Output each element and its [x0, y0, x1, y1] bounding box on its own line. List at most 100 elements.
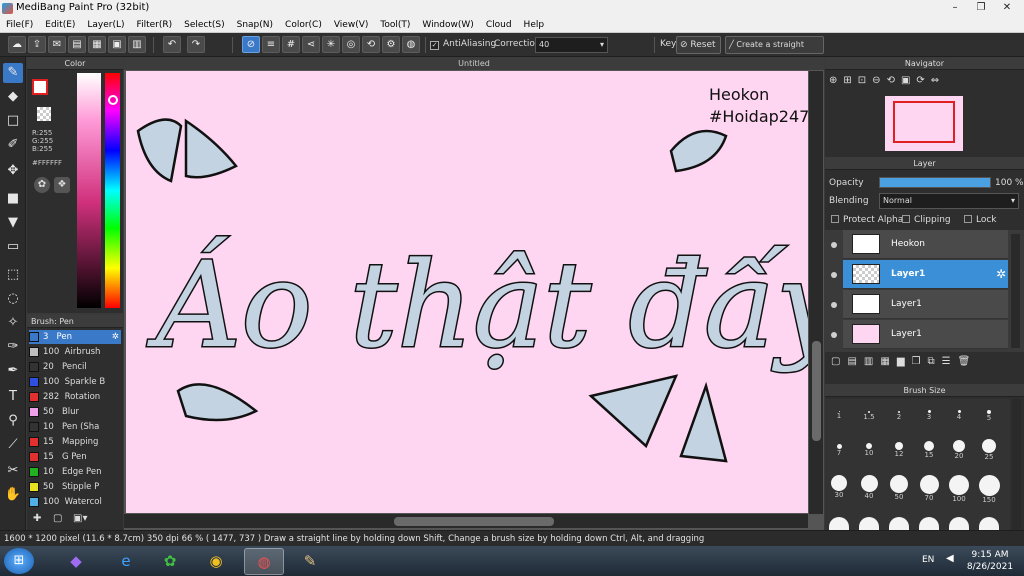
brush-size-cell[interactable]: 1 — [825, 403, 853, 423]
eraser-tool-icon[interactable]: ◆ — [3, 87, 23, 107]
brush-size-cell[interactable]: 150 — [975, 475, 1003, 504]
coccoc-icon[interactable]: ✿ — [150, 548, 190, 575]
start-button[interactable]: ⊞ — [4, 548, 34, 574]
brush-size-cell[interactable]: 3 — [915, 403, 943, 423]
lasso-tool-icon[interactable]: ◌ — [3, 289, 23, 309]
brush-item[interactable]: 20 Pencil — [29, 360, 121, 374]
select-eraser-icon[interactable]: ✒ — [3, 361, 23, 381]
canvas-tab[interactable]: Untitled — [124, 57, 824, 70]
clipping-checkbox[interactable] — [902, 215, 910, 223]
rotate-right-icon[interactable]: ⟳ — [916, 75, 930, 86]
parallel-snap-icon[interactable]: ≡ — [262, 36, 280, 53]
eyedropper-icon[interactable]: ⟋ — [3, 435, 23, 455]
select-pen-icon[interactable]: ✑ — [3, 337, 23, 357]
new-halftone-layer-icon[interactable]: ▤ — [847, 356, 863, 367]
brush-size-cell[interactable]: 50 — [885, 475, 913, 501]
speaker-icon[interactable]: ◀ — [946, 553, 954, 564]
merge-layer-icon[interactable]: ⧉ — [927, 356, 941, 367]
antialiasing-checkbox[interactable]: ✓ — [430, 41, 439, 50]
restore-button[interactable]: ❐ — [968, 0, 994, 16]
navigator-viewport[interactable] — [893, 101, 955, 143]
menu-window[interactable]: Window(W) — [422, 18, 473, 32]
snap-extra-icon[interactable]: ◍ — [402, 36, 420, 53]
brush-menu-icon[interactable]: ▣▾ — [73, 513, 93, 527]
panel-tool-icon[interactable]: ✂ — [3, 461, 23, 481]
layer-row-heokon[interactable]: Heokon — [843, 230, 1008, 259]
brush-size-scrollbar[interactable] — [1012, 399, 1021, 530]
trash-icon[interactable]: 🗑 — [958, 356, 978, 367]
brush-item[interactable]: 100 Airbrush — [29, 345, 121, 359]
reset-view-icon[interactable]: ▣ — [901, 75, 916, 86]
magic-wand-icon[interactable]: ✧ — [3, 313, 23, 333]
upload-icon[interactable]: ⇪ — [28, 36, 46, 53]
menu-view[interactable]: View(V) — [334, 18, 369, 32]
close-button[interactable]: ✕ — [994, 0, 1020, 16]
vertical-scrollbar[interactable] — [809, 71, 823, 514]
layer-scrollbar[interactable] — [1011, 234, 1020, 348]
gear-icon[interactable]: ✲ — [112, 330, 119, 344]
paint-icon[interactable]: ✎ — [290, 548, 330, 575]
brush-item[interactable]: 282 Rotation — [29, 390, 121, 404]
layer-row-selected[interactable]: Layer1 ✲ — [843, 260, 1008, 289]
layer-options-icon[interactable]: ▦ — [880, 356, 896, 367]
grid-icon[interactable]: ▥ — [128, 36, 146, 53]
brush-tool-icon[interactable]: ✎ — [3, 63, 23, 83]
internet-explorer-icon[interactable]: e — [106, 548, 146, 575]
pen-tool-icon[interactable]: ✐ — [3, 135, 23, 155]
menu-layer[interactable]: Layer(L) — [87, 18, 124, 32]
dot-tool-icon[interactable]: □ — [3, 111, 23, 131]
menu-file[interactable]: File(F) — [6, 18, 33, 32]
hue-bar[interactable] — [105, 73, 120, 308]
brush-size-cell[interactable]: 2 — [885, 403, 913, 423]
brush-size-cell[interactable]: 12 — [885, 439, 913, 459]
minimize-button[interactable]: – — [942, 0, 968, 16]
straight-line-button[interactable]: ╱ Create a straight line — [725, 36, 824, 65]
opacity-slider[interactable] — [879, 177, 991, 188]
brush-item[interactable]: 50 Stipple P — [29, 480, 121, 494]
drawing-canvas[interactable]: Áo thật đấy Heokon #Hoidap247 — [126, 71, 809, 513]
visual-studio-icon[interactable]: ◆ — [56, 548, 96, 575]
saturation-bar[interactable] — [77, 73, 101, 308]
undo-icon[interactable]: ↶ — [163, 36, 181, 53]
operation-tool-icon[interactable]: ⚲ — [3, 411, 23, 431]
circle-snap-icon[interactable]: ◎ — [342, 36, 360, 53]
zoom-fit-icon[interactable]: ⊞ — [843, 75, 857, 86]
bucket-tool-icon[interactable]: ▼ — [3, 213, 23, 233]
brush-item[interactable]: 100 Watercol — [29, 495, 121, 509]
brush-size-cell[interactable]: 25 — [975, 439, 1003, 461]
gradient-tool-icon[interactable]: ▭ — [3, 237, 23, 257]
brush-item[interactable]: 100 Sparkle B — [29, 375, 121, 389]
brush-size-cell[interactable]: 4 — [945, 403, 973, 423]
language-indicator[interactable]: EN — [922, 555, 934, 565]
eye-icon[interactable] — [831, 272, 837, 278]
cloud-icon[interactable]: ☁ — [8, 36, 26, 53]
horizontal-scroll-thumb[interactable] — [394, 517, 554, 526]
eye-icon[interactable] — [831, 242, 837, 248]
redo-icon[interactable]: ↷ — [187, 36, 205, 53]
brush-item[interactable]: 15 G Pen — [29, 450, 121, 464]
chrome-icon[interactable]: ◉ — [196, 548, 236, 575]
chat-icon[interactable]: ▤ — [68, 36, 86, 53]
layer-menu-icon[interactable]: ☰ — [942, 356, 958, 367]
hue-marker[interactable] — [108, 95, 118, 105]
palette-icon[interactable]: ✿ — [34, 177, 50, 193]
lock-checkbox[interactable] — [964, 215, 972, 223]
menu-cloud[interactable]: Cloud — [486, 18, 512, 32]
vanishing-snap-icon[interactable]: ⋖ — [302, 36, 320, 53]
snap-off-icon[interactable]: ⊘ — [242, 36, 260, 53]
add-brush-icon[interactable]: ✚ — [33, 513, 47, 527]
folder-icon[interactable]: ▆ — [897, 356, 912, 367]
brush-size-cell[interactable]: 1.5 — [855, 403, 883, 423]
snap-settings-icon[interactable]: ⚙ — [382, 36, 400, 53]
reset-button[interactable]: ⊘ Reset — [676, 36, 721, 54]
brush-size-cell[interactable]: 40 — [855, 475, 883, 500]
background-color-swatch[interactable] — [37, 107, 51, 121]
brush-item[interactable]: 50 Blur — [29, 405, 121, 419]
new-layer-icon[interactable]: ▢ — [831, 356, 847, 367]
brush-size-cell[interactable]: 5 — [975, 403, 1003, 423]
brush-size-cell[interactable]: 70 — [915, 475, 943, 502]
panel-icon[interactable]: ▣ — [108, 36, 126, 53]
foreground-color-swatch[interactable] — [32, 79, 48, 95]
page-icon[interactable]: ▦ — [88, 36, 106, 53]
brush-size-cell[interactable]: 15 — [915, 439, 943, 459]
